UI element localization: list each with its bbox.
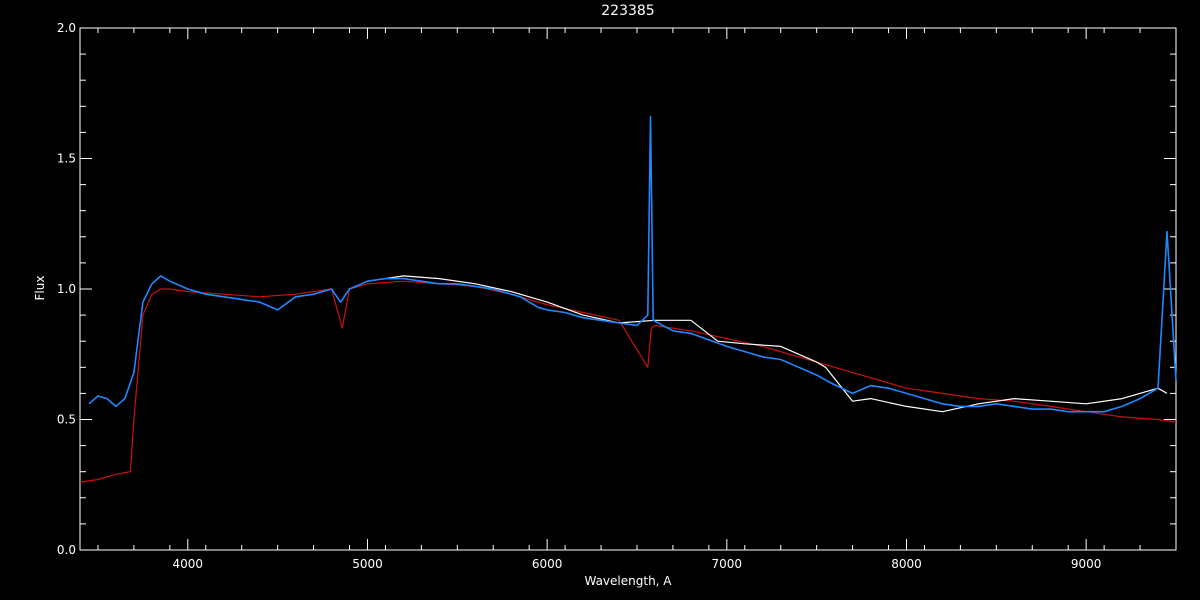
- y-tick-label: 1.0: [57, 282, 76, 296]
- x-tick-label: 6000: [532, 557, 563, 571]
- y-axis-label: Flux: [33, 276, 47, 301]
- axes: 4000 5000 6000 7000 8000 9000 0.0 0.5 1.0 1.5 2.0: [57, 21, 1177, 571]
- series-line-0: [79, 280, 1177, 483]
- x-tick-label: 8000: [891, 557, 922, 571]
- x-axis-label: Wavelength, A: [584, 574, 672, 588]
- y-tick-label: 0.0: [57, 543, 76, 557]
- x-tick-label: 9000: [1071, 557, 1102, 571]
- x-tick-label: 7000: [712, 557, 743, 571]
- x-tick-label: 4000: [173, 557, 204, 571]
- y-tick-label: 1.5: [57, 152, 76, 166]
- series-group: [79, 115, 1177, 483]
- y-tick-label: 0.5: [57, 413, 76, 427]
- series-line-1: [367, 275, 1168, 413]
- chart-title: 223385: [601, 3, 654, 19]
- series-line-2: [88, 115, 1177, 413]
- y-tick-label: 2.0: [57, 21, 76, 35]
- plot-frame: [79, 27, 1177, 551]
- x-tick-label: 5000: [352, 557, 383, 571]
- spectrum-chart: 223385 Wavelength, A Flux 4000 5000 6000 70…: [33, 3, 1177, 588]
